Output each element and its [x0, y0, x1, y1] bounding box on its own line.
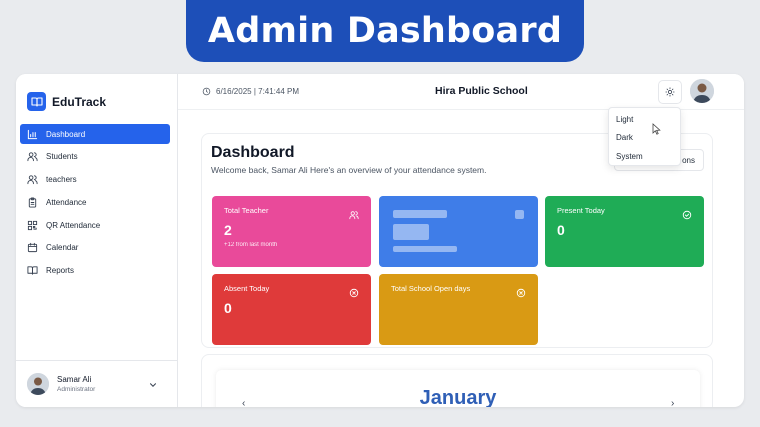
- user-menu[interactable]: Samar Ali Administrator: [16, 360, 178, 407]
- datetime-text: 6/16/2025 | 7:41:44 PM: [216, 87, 300, 96]
- stat-card-school-open-days[interactable]: Total School Open days: [379, 274, 538, 345]
- sidebar-item-attendance[interactable]: Attendance: [20, 192, 170, 212]
- users-icon: [27, 174, 38, 185]
- next-month-button[interactable]: ›: [671, 398, 674, 407]
- sidebar-item-label: teachers: [46, 175, 77, 185]
- theme-menu: Light Dark System: [608, 107, 681, 166]
- sun-icon: [665, 87, 675, 97]
- book-icon: [27, 265, 38, 276]
- bar-chart-icon: [27, 129, 38, 140]
- skeleton-line: [393, 210, 447, 218]
- theme-option-light[interactable]: Light: [609, 110, 680, 129]
- brand[interactable]: EduTrack: [27, 92, 106, 111]
- user-role: Administrator: [57, 386, 96, 393]
- check-circle-icon: [682, 207, 692, 220]
- sidebar-item-students[interactable]: Students: [20, 147, 170, 167]
- theme-toggle-button[interactable]: [658, 80, 682, 104]
- card-value: 2: [224, 222, 232, 238]
- brand-name: EduTrack: [52, 94, 107, 109]
- sidebar-item-label: Students: [46, 152, 78, 162]
- skeleton-icon: [515, 210, 524, 219]
- users-icon: [27, 151, 38, 162]
- stat-card-absent-today[interactable]: Absent Today 0: [212, 274, 371, 345]
- stat-card-present-today[interactable]: Present Today 0: [545, 196, 704, 267]
- theme-option-dark[interactable]: Dark: [609, 129, 680, 148]
- sidebar-item-label: Calendar: [46, 243, 79, 253]
- chevron-down-icon[interactable]: [148, 377, 158, 387]
- sidebar: EduTrack Dashboard Students teachers Att…: [16, 74, 178, 407]
- qr-code-icon: [27, 220, 38, 231]
- banner-title: Admin Dashboard: [207, 11, 563, 51]
- card-value: 0: [557, 222, 565, 238]
- skeleton-block: [393, 224, 429, 240]
- user-name: Samar Ali: [57, 375, 92, 384]
- calendar-panel: ‹ January ›: [201, 354, 713, 407]
- stat-card-total-teacher[interactable]: Total Teacher 2 +12 from last month: [212, 196, 371, 267]
- quick-actions-label: ons: [682, 155, 695, 165]
- sidebar-item-label: Dashboard: [46, 129, 86, 139]
- users-icon: [349, 207, 359, 220]
- book-open-icon: [27, 92, 46, 111]
- top-header: 6/16/2025 | 7:41:44 PM Hira Public Schoo…: [178, 74, 744, 110]
- card-label: Present Today: [557, 206, 605, 215]
- theme-option-system[interactable]: System: [609, 147, 680, 166]
- sidebar-item-reports[interactable]: Reports: [20, 261, 170, 281]
- sidebar-item-dashboard[interactable]: Dashboard: [20, 124, 170, 144]
- x-circle-icon: [516, 285, 526, 298]
- page-title: Dashboard: [211, 144, 295, 161]
- sidebar-item-label: QR Attendance: [46, 220, 101, 230]
- avatar[interactable]: [690, 79, 714, 103]
- card-label: Absent Today: [224, 284, 270, 293]
- skeleton-line: [393, 246, 457, 252]
- sidebar-nav: Dashboard Students teachers Attendance Q…: [20, 124, 170, 284]
- x-circle-icon: [349, 285, 359, 298]
- calendar-month: January: [419, 387, 497, 407]
- clipboard-icon: [27, 197, 38, 208]
- promo-banner: Admin Dashboard: [186, 0, 584, 62]
- mouse-cursor-icon: [652, 123, 661, 135]
- calendar-icon: [27, 242, 38, 253]
- card-label: Total Teacher: [224, 206, 269, 215]
- calendar-widget: ‹ January ›: [216, 370, 700, 407]
- sidebar-item-calendar[interactable]: Calendar: [20, 238, 170, 258]
- sidebar-item-teachers[interactable]: teachers: [20, 170, 170, 190]
- datetime: 6/16/2025 | 7:41:44 PM: [202, 87, 299, 96]
- card-label: Total School Open days: [391, 284, 471, 293]
- page-subtitle: Welcome back, Samar Ali Here's an overvi…: [211, 165, 487, 175]
- avatar: [27, 373, 49, 395]
- sidebar-item-label: Reports: [46, 266, 75, 276]
- sidebar-item-qr-attendance[interactable]: QR Attendance: [20, 215, 170, 235]
- school-name: Hira Public School: [435, 85, 528, 97]
- stat-card-loading: [379, 196, 538, 267]
- clock-icon: [202, 87, 211, 96]
- sidebar-item-label: Attendance: [46, 197, 87, 207]
- card-note: +12 from last month: [224, 242, 278, 248]
- card-value: 0: [224, 300, 232, 316]
- app-window: EduTrack Dashboard Students teachers Att…: [16, 74, 744, 407]
